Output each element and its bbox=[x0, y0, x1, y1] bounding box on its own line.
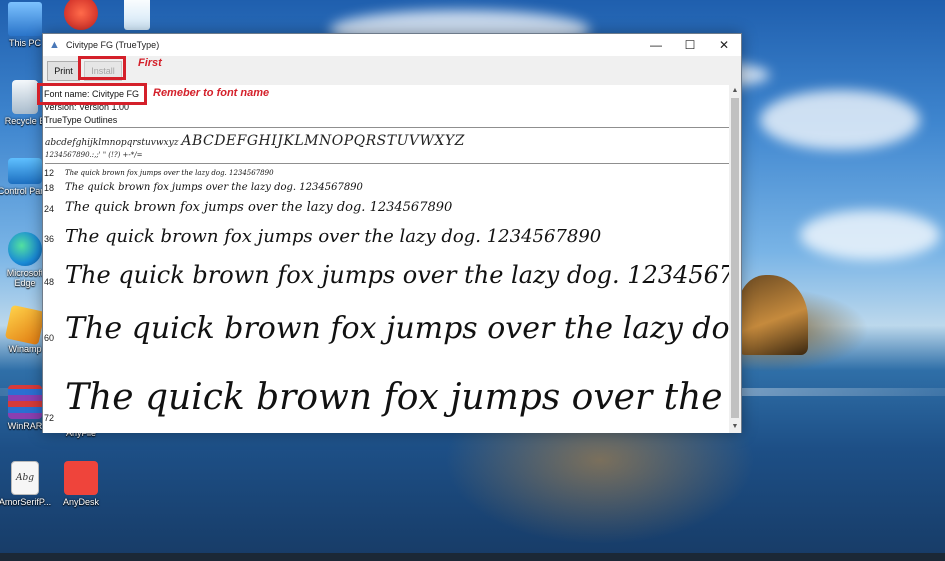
sample-size: 12 bbox=[44, 168, 55, 178]
edge-icon bbox=[8, 232, 42, 266]
desktop-icon-font-file[interactable]: Abg AmorSerifP... bbox=[0, 461, 54, 507]
sample-size: 72 bbox=[44, 413, 55, 423]
title-bar[interactable]: ▲ Civitype FG (TrueType) — ☐ ✕ bbox=[43, 34, 741, 56]
lowercase-glyphs: abcdefghijklmnopqrstuvwxyz bbox=[45, 138, 179, 148]
sample-text: The quick brown fox jumps over the lazy … bbox=[65, 226, 602, 247]
font-outlines: TrueType Outlines bbox=[44, 115, 118, 125]
taskbar bbox=[0, 553, 945, 561]
sample-text: The quick brown fox jumps over the lazy … bbox=[65, 377, 731, 418]
computer-icon bbox=[8, 2, 42, 36]
sample-size: 18 bbox=[44, 183, 55, 193]
sample-row-18: 18 The quick brown fox jumps over the la… bbox=[43, 180, 731, 197]
scroll-thumb[interactable] bbox=[731, 98, 739, 418]
font-file-icon: Abg bbox=[11, 461, 39, 495]
font-app-icon: ▲ bbox=[49, 39, 60, 51]
sample-text: The quick brown fox jumps over the lazy … bbox=[65, 311, 731, 346]
digit-glyphs: 1234567890.:,;' " (!?) +-*/= bbox=[45, 151, 143, 159]
wallpaper-rock bbox=[738, 275, 808, 355]
install-highlight-box bbox=[78, 56, 126, 80]
sample-row-60: 60 The quick brown fox jumps over the la… bbox=[43, 303, 731, 367]
uppercase-glyphs: ABCDEFGHIJKLMNOPQRSTUVWXYZ bbox=[181, 133, 465, 149]
font-name-highlight-box bbox=[37, 83, 147, 105]
sample-row-48: 48 The quick brown fox jumps over the la… bbox=[43, 255, 731, 303]
sample-text: The quick brown fox jumps over the lazy … bbox=[65, 169, 274, 177]
edge-icon bbox=[124, 0, 150, 30]
sample-size: 48 bbox=[44, 277, 55, 287]
minimize-button[interactable]: — bbox=[639, 34, 673, 56]
sample-size: 36 bbox=[44, 234, 55, 244]
wallpaper-cloud bbox=[760, 90, 920, 150]
sample-row-36: 36 The quick brown fox jumps over the la… bbox=[43, 222, 731, 255]
sample-list: 12 The quick brown fox jumps over the la… bbox=[43, 164, 731, 433]
desktop-icon-anydesk[interactable]: AnyDesk bbox=[52, 461, 110, 507]
sample-row-12: 12 The quick brown fox jumps over the la… bbox=[43, 167, 731, 180]
character-set: abcdefghijklmnopqrstuvwxyz ABCDEFGHIJKLM… bbox=[43, 128, 731, 163]
sample-row-24: 24 The quick brown fox jumps over the la… bbox=[43, 197, 731, 222]
window-title: Civitype FG (TrueType) bbox=[66, 40, 160, 50]
font-name: Font name: Civitype FG bbox=[44, 89, 140, 99]
annotation-first: First bbox=[138, 57, 162, 69]
ccleaner-icon bbox=[64, 0, 98, 30]
winrar-icon bbox=[8, 385, 42, 419]
font-viewer-window: ▲ Civitype FG (TrueType) — ☐ ✕ Print Ins… bbox=[42, 33, 742, 433]
annotation-font-name: Remeber to font name bbox=[153, 87, 270, 99]
desktop-icon-edge-top[interactable] bbox=[108, 0, 166, 32]
winamp-icon bbox=[4, 304, 46, 346]
control-panel-icon bbox=[8, 158, 42, 184]
sample-size: 24 bbox=[44, 204, 55, 214]
sample-text: The quick brown fox jumps over the lazy … bbox=[65, 200, 453, 215]
sample-text: The quick brown fox jumps over the lazy … bbox=[65, 182, 363, 193]
scroll-up-button[interactable]: ▲ bbox=[729, 85, 741, 97]
desktop-icon-label: AnyDesk bbox=[62, 497, 99, 507]
scroll-down-button[interactable]: ▼ bbox=[729, 421, 741, 433]
font-preview: Font name: Civitype FG Version: Version … bbox=[43, 85, 731, 433]
close-button[interactable]: ✕ bbox=[707, 34, 741, 56]
desktop-icon-label: AmorSerifP... bbox=[0, 497, 52, 507]
font-version: Version: Version 1.00 bbox=[44, 102, 130, 112]
sample-text: The quick brown fox jumps over the lazy … bbox=[65, 261, 731, 289]
desktop-icon-ccleaner[interactable] bbox=[52, 0, 110, 32]
sample-size: 60 bbox=[44, 333, 55, 343]
print-button[interactable]: Print bbox=[47, 61, 80, 81]
vertical-scrollbar[interactable]: ▲ ▼ bbox=[729, 85, 741, 433]
maximize-button[interactable]: ☐ bbox=[673, 34, 707, 56]
sample-row-72: 72 The quick brown fox jumps over the la… bbox=[43, 367, 731, 433]
anydesk-icon bbox=[64, 461, 98, 495]
recycle-bin-icon bbox=[12, 80, 38, 114]
wallpaper-cloud bbox=[800, 210, 940, 260]
